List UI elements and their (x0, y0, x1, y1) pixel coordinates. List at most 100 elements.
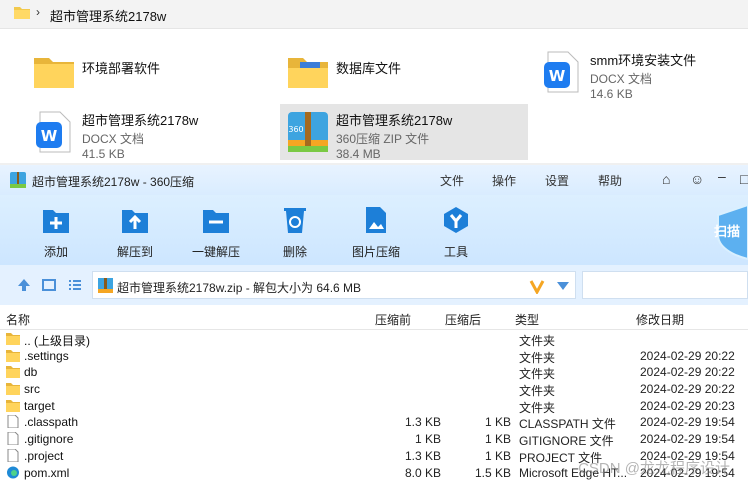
file-item-zip-selected[interactable]: 360 超市管理系统2178w 360压缩 ZIP 文件 38.4 MB (280, 104, 528, 161)
table-row[interactable]: src 文件夹 2024-02-29 20:22 (0, 381, 748, 398)
extract-to-icon (122, 210, 148, 233)
table-row[interactable]: .. (上级目录) 文件夹 (0, 331, 748, 348)
col-size[interactable]: 压缩前 (375, 311, 411, 328)
add-icon (43, 210, 69, 233)
tools-button[interactable]: 工具 (421, 195, 491, 265)
add-label: 添加 (43, 245, 68, 259)
file-item-docx[interactable]: W smm环境安装文件 DOCX 文档 14.6 KB (534, 44, 748, 101)
file-name: 数据库文件 (336, 61, 402, 76)
add-button[interactable]: 添加 (21, 195, 91, 265)
maximize-icon[interactable]: □ (740, 171, 748, 187)
folder-icon (14, 7, 30, 19)
scan-button[interactable]: 扫描 (706, 201, 748, 261)
file-name: 超市管理系统2178w (336, 113, 453, 128)
thumbnail-view-icon[interactable] (41, 277, 57, 293)
row-size: 1.3 KB (404, 415, 441, 430)
zip-file-icon (98, 278, 113, 293)
col-compressed[interactable]: 压缩后 (445, 311, 481, 328)
file-item-folder[interactable]: 数据库文件 (280, 44, 510, 100)
row-name: .. (上级目录) (24, 334, 90, 348)
row-date: 2024-02-29 20:22 (640, 365, 735, 380)
table-row[interactable]: .classpath 1.3 KB 1 KB CLASSPATH 文件 2024-02-… (0, 414, 748, 431)
file-icon (7, 415, 19, 429)
file-item-docx[interactable]: W 超市管理系统2178w DOCX 文档 41.5 KB (26, 104, 256, 161)
word-document-icon: W (36, 111, 71, 153)
svg-text:W: W (549, 67, 566, 85)
col-date[interactable]: 修改日期 (636, 311, 684, 328)
search-input[interactable] (582, 271, 748, 299)
column-header: 名称 压缩前 压缩后 类型 修改日期 (0, 305, 748, 330)
breadcrumb: › 超市管理系统2178w (0, 0, 748, 29)
breadcrumb-current[interactable]: 超市管理系统2178w (50, 6, 166, 25)
zip-archive-icon: 360 (288, 112, 328, 152)
file-item-folder[interactable]: 环境部署软件 (26, 44, 256, 100)
skin-icon[interactable]: ⌂ (662, 171, 670, 187)
row-type: 文件夹 (519, 367, 556, 382)
folder-icon (6, 349, 20, 362)
row-compressed-size: 1 KB (484, 432, 511, 447)
feedback-icon[interactable]: ☺ (690, 171, 704, 187)
row-date: 2024-02-29 20:22 (640, 382, 735, 397)
file-size: 41.5 KB (82, 147, 125, 161)
one-click-extract-icon (203, 210, 229, 233)
archive-path-field[interactable]: 超市管理系统2178w.zip - 解包大小为 64.6 MB (92, 271, 576, 299)
row-name: target (24, 398, 55, 413)
file-icon (7, 448, 19, 462)
menu-help[interactable]: 帮助 (598, 172, 622, 189)
row-type: CLASSPATH 文件 (519, 417, 616, 432)
svg-text:360: 360 (288, 125, 303, 134)
folder-icon (6, 333, 20, 345)
address-bar: 超市管理系统2178w.zip - 解包大小为 64.6 MB (0, 265, 748, 305)
dropdown-arrow-icon[interactable] (557, 282, 569, 290)
chevron-right-icon: › (36, 5, 40, 19)
word-document-icon: W (544, 51, 579, 93)
row-date: 2024-02-29 20:22 (640, 348, 735, 363)
row-name: .settings (24, 348, 69, 363)
file-grid: 环境部署软件 数据库文件 W smm环境安装文件 DOCX 文档 14.6 KB (0, 38, 748, 163)
row-name: pom.xml (24, 465, 70, 480)
tools-icon (444, 207, 468, 233)
edge-browser-icon (7, 466, 19, 478)
row-date: 2024-02-29 20:23 (640, 398, 735, 413)
up-arrow-icon[interactable] (16, 277, 32, 293)
row-type: 文件夹 (519, 334, 556, 348)
folder-document-icon (288, 58, 328, 88)
table-row[interactable]: .settings 文件夹 2024-02-29 20:22 (0, 348, 748, 365)
row-date: 2024-02-29 19:54 (640, 432, 735, 447)
file-icon (7, 432, 19, 446)
menu-file[interactable]: 文件 (440, 172, 464, 189)
row-name: db (24, 365, 38, 380)
file-size: 38.4 MB (336, 147, 381, 161)
row-type: 文件夹 (519, 350, 556, 365)
folder-icon (6, 366, 20, 379)
file-name: 环境部署软件 (82, 61, 161, 76)
menu-settings[interactable]: 设置 (545, 172, 569, 189)
image-compress-button[interactable]: 图片压缩 (341, 195, 411, 265)
table-row[interactable]: target 文件夹 2024-02-29 20:23 (0, 398, 748, 415)
title-bar: 超市管理系统2178w - 360压缩 文件 操作 设置 帮助 ⌂ ☺ – □ (0, 165, 748, 195)
table-row[interactable]: .gitignore 1 KB 1 KB GITIGNORE 文件 2024-02-29… (0, 431, 748, 448)
image-compress-label: 图片压缩 (351, 245, 400, 259)
watermark: CSDN @龙龙程序设计 (578, 460, 730, 477)
file-name: 超市管理系统2178w (82, 113, 199, 128)
menu-operate[interactable]: 操作 (492, 172, 516, 189)
list-view-icon[interactable] (67, 277, 83, 293)
col-name[interactable]: 名称 (6, 311, 30, 328)
file-size: 14.6 KB (590, 87, 633, 101)
tools-label: 工具 (443, 245, 468, 259)
table-row[interactable]: db 文件夹 2024-02-29 20:22 (0, 364, 748, 381)
delete-label: 删除 (282, 245, 307, 259)
minimize-icon[interactable]: – (718, 168, 726, 184)
row-date: 2024-02-29 19:54 (640, 415, 735, 430)
check-v-icon[interactable] (529, 278, 545, 294)
window-title: 超市管理系统2178w - 360压缩 (32, 175, 195, 189)
one-click-extract-button[interactable]: 一键解压 (181, 195, 251, 265)
row-size: 1 KB (414, 432, 441, 447)
delete-button[interactable]: 删除 (260, 195, 330, 265)
toolbar: 添加 解压到 一键解压 删除 图片压缩 工具 (0, 195, 748, 265)
extract-to-button[interactable]: 解压到 (100, 195, 170, 265)
file-type: DOCX 文档 (82, 132, 145, 146)
file-type: 360压缩 ZIP 文件 (336, 132, 430, 146)
col-type[interactable]: 类型 (515, 311, 539, 328)
row-type: GITIGNORE 文件 (519, 434, 614, 449)
